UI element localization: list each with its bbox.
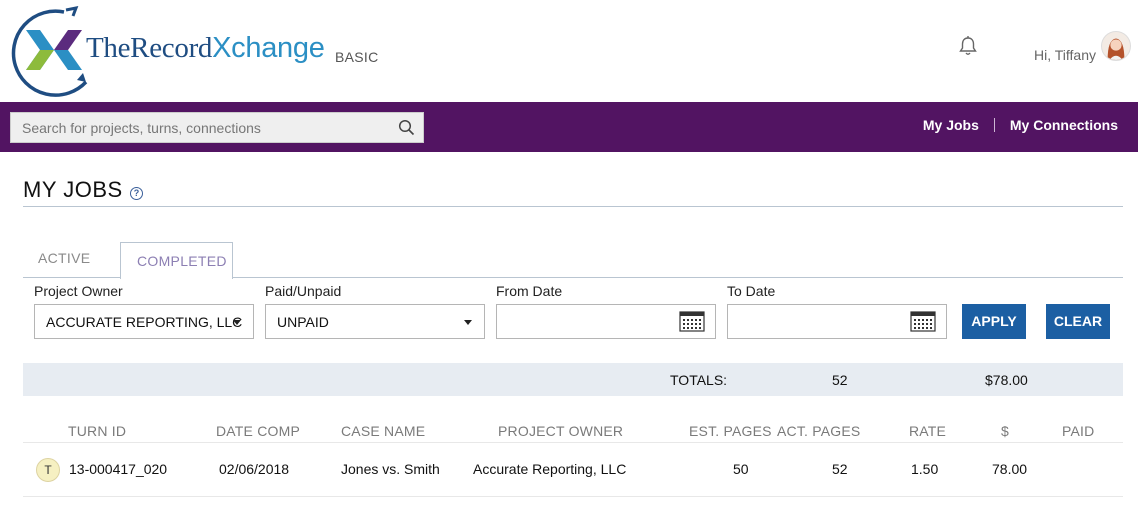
user-greeting[interactable]: Hi, Tiffany — [1034, 47, 1096, 63]
paid-unpaid-label: Paid/Unpaid — [265, 283, 342, 299]
date-comp-cell: 02/06/2018 — [219, 461, 290, 477]
col-header-date-comp[interactable]: DATE COMP — [216, 423, 300, 439]
project-owner-select[interactable]: ACCURATE REPORTING, LLC — [34, 304, 254, 339]
clear-button[interactable]: CLEAR — [1046, 304, 1110, 339]
paid-unpaid-select[interactable]: UNPAID — [265, 304, 485, 339]
title-divider — [23, 206, 1123, 207]
tab-completed[interactable]: COMPLETED — [120, 242, 233, 279]
nav-link-my-connections[interactable]: My Connections — [1010, 117, 1118, 133]
chevron-down-icon — [464, 320, 472, 325]
bell-icon[interactable] — [958, 35, 978, 57]
to-date-label: To Date — [727, 283, 776, 299]
nav-divider — [993, 118, 995, 132]
turn-id-cell[interactable]: 13-000417_020 — [69, 461, 167, 477]
help-icon[interactable]: ? — [130, 187, 143, 200]
table-header-divider — [23, 442, 1123, 443]
search-box — [10, 112, 424, 143]
totals-amount: $78.00 — [985, 372, 1028, 388]
chevron-down-icon — [233, 320, 241, 325]
from-date-field[interactable] — [496, 304, 716, 339]
col-header-paid[interactable]: PAID — [1062, 423, 1094, 439]
act-pages-cell: 52 — [832, 461, 848, 477]
totals-bar: TOTALS: 52 $78.00 — [23, 363, 1123, 396]
col-header-turn-id[interactable]: TURN ID — [68, 423, 126, 439]
totals-pages: 52 — [832, 372, 848, 388]
totals-label: TOTALS: — [670, 372, 728, 388]
paid-unpaid-value: UNPAID — [277, 314, 329, 330]
turn-type-badge: T — [36, 458, 60, 482]
main-nav: My Jobs My Connections — [0, 102, 1138, 152]
app-header: TheRecordXchange BASIC Hi, Tiffany — [0, 0, 1138, 102]
project-owner-label: Project Owner — [34, 283, 123, 299]
calendar-icon[interactable] — [679, 311, 705, 332]
amount-cell: 78.00 — [992, 461, 1028, 477]
plan-label: BASIC — [335, 49, 379, 65]
rate-cell: 1.50 — [911, 461, 939, 477]
tab-active[interactable]: ACTIVE — [23, 250, 113, 278]
est-pages-cell: 50 — [733, 461, 749, 477]
row-divider — [23, 496, 1123, 497]
col-header-case-name[interactable]: CASE NAME — [341, 423, 425, 439]
project-owner-value: ACCURATE REPORTING, LLC — [46, 314, 243, 330]
page-title: MY JOBS — [23, 177, 123, 202]
brand-name[interactable]: TheRecordXchange — [86, 32, 325, 65]
col-header-est-pages[interactable]: EST. PAGES — [689, 423, 772, 439]
calendar-icon[interactable] — [910, 311, 936, 332]
col-header-rate[interactable]: RATE — [909, 423, 946, 439]
from-date-label: From Date — [496, 283, 563, 299]
nav-links: My Jobs My Connections — [923, 117, 1118, 133]
search-input[interactable] — [11, 113, 391, 142]
apply-button[interactable]: APPLY — [962, 304, 1026, 339]
to-date-field[interactable] — [727, 304, 947, 339]
project-owner-cell: Accurate Reporting, LLC — [473, 461, 627, 477]
col-header-amount[interactable]: $ — [1001, 423, 1009, 439]
brand-name-part2: Xchange — [212, 32, 325, 64]
col-header-act-pages[interactable]: ACT. PAGES — [777, 423, 860, 439]
col-header-project-owner[interactable]: PROJECT OWNER — [498, 423, 623, 439]
avatar[interactable] — [1101, 31, 1131, 61]
case-name-cell: Jones vs. Smith — [341, 461, 440, 477]
logo-icon[interactable] — [6, 2, 98, 98]
search-icon[interactable] — [398, 119, 415, 136]
brand-name-part1: TheRecord — [86, 32, 213, 64]
nav-link-my-jobs[interactable]: My Jobs — [923, 117, 979, 133]
